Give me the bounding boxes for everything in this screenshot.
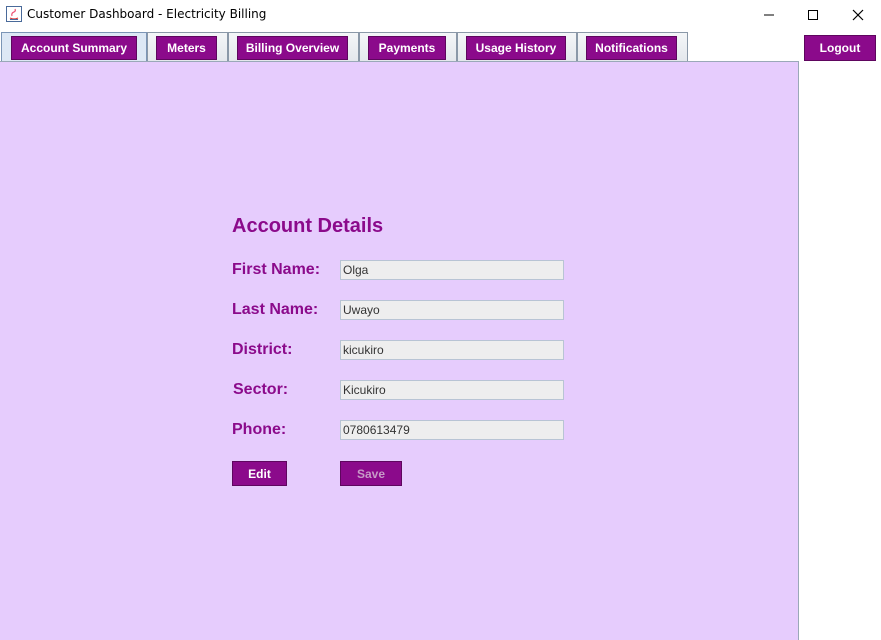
sector-field[interactable]: Kicukiro	[340, 380, 564, 400]
phone-field[interactable]: 0780613479	[340, 420, 564, 440]
maximize-icon	[808, 10, 818, 20]
title-bar: Customer Dashboard - Electricity Billing	[0, 0, 881, 30]
save-button[interactable]: Save	[340, 461, 402, 486]
logout-button[interactable]: Logout	[804, 35, 876, 61]
tab-label: Usage History	[466, 36, 566, 60]
phone-label: Phone:	[232, 421, 287, 438]
first-name-field[interactable]: Olga	[340, 260, 564, 280]
district-label: District:	[232, 341, 293, 358]
tab-account-summary[interactable]: Account Summary	[1, 32, 147, 62]
tab-notifications[interactable]: Notifications	[577, 32, 688, 62]
tab-usage-history[interactable]: Usage History	[457, 32, 577, 62]
last-name-label: Last Name:	[232, 301, 319, 318]
tab-billing-overview[interactable]: Billing Overview	[228, 32, 359, 62]
district-field[interactable]: kicukiro	[340, 340, 564, 360]
first-name-label: First Name:	[232, 261, 321, 278]
tab-strip: Account Summary Meters Billing Overview …	[0, 30, 800, 62]
tab-label: Notifications	[586, 36, 677, 60]
edit-button[interactable]: Edit	[232, 461, 287, 486]
tab-meters[interactable]: Meters	[147, 32, 228, 62]
tab-label: Payments	[368, 36, 446, 60]
tab-payments[interactable]: Payments	[359, 32, 457, 62]
window-title: Customer Dashboard - Electricity Billing	[27, 7, 267, 21]
tab-label: Account Summary	[11, 36, 137, 60]
minimize-button[interactable]	[746, 0, 792, 30]
java-app-icon	[6, 6, 22, 22]
minimize-icon	[764, 14, 774, 16]
maximize-button[interactable]	[790, 0, 836, 30]
sector-label: Sector:	[233, 381, 289, 398]
close-button[interactable]	[835, 0, 881, 30]
account-details-heading: Account Details	[232, 215, 384, 237]
tab-label: Meters	[156, 36, 217, 60]
last-name-field[interactable]: Uwayo	[340, 300, 564, 320]
close-icon	[852, 9, 864, 21]
tab-label: Billing Overview	[237, 36, 348, 60]
